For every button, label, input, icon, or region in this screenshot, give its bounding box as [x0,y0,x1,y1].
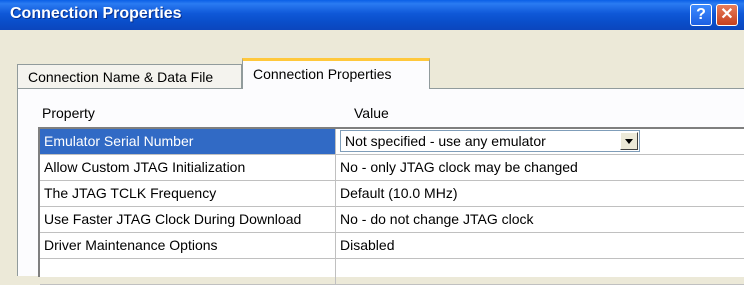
table-row[interactable]: Emulator Serial Number Not specified - u… [40,129,744,155]
dropdown-arrow-icon [625,139,633,144]
table-row[interactable]: The JTAG TCLK Frequency Default (10.0 MH… [40,181,744,207]
property-name[interactable]: Allow Custom JTAG Initialization [40,155,336,180]
property-name[interactable]: The JTAG TCLK Frequency [40,181,336,206]
window-title: Connection Properties [10,5,182,22]
column-header-value: Value [354,105,389,121]
property-value[interactable] [336,259,744,284]
property-name[interactable]: Emulator Serial Number [40,129,336,154]
property-value[interactable]: Default (10.0 MHz) [336,181,744,206]
close-button[interactable]: ✕ [716,4,738,26]
title-bar: Connection Properties ? ✕ [0,0,744,30]
emulator-serial-dropdown[interactable]: Not specified - use any emulator [340,130,640,152]
tab-panel: Property Value Emulator Serial Number No… [17,88,744,285]
property-grid: Emulator Serial Number Not specified - u… [38,127,744,285]
table-row[interactable]: Driver Maintenance Options Disabled [40,233,744,259]
property-value-cell: Not specified - use any emulator [336,129,744,154]
table-row[interactable] [40,259,744,285]
property-name[interactable]: Driver Maintenance Options [40,233,336,258]
property-value[interactable]: No - only JTAG clock may be changed [336,155,744,180]
dialog-window: Connection Properties ? ✕ Connection Nam… [0,0,744,285]
tab-connection-properties[interactable]: Connection Properties [242,58,430,89]
property-value[interactable]: No - do not change JTAG clock [336,207,744,232]
property-name[interactable] [40,259,336,284]
help-button[interactable]: ? [690,4,712,26]
tab-connection-name-data-file[interactable]: Connection Name & Data File [17,64,242,88]
table-row[interactable]: Use Faster JTAG Clock During Download No… [40,207,744,233]
dropdown-button[interactable] [620,132,638,150]
property-value[interactable]: Disabled [336,233,744,258]
help-icon: ? [696,6,706,23]
close-icon: ✕ [720,6,734,23]
column-header-property: Property [42,105,95,121]
property-name[interactable]: Use Faster JTAG Clock During Download [40,207,336,232]
dropdown-selected-value: Not specified - use any emulator [345,133,546,149]
table-row[interactable]: Allow Custom JTAG Initialization No - on… [40,155,744,181]
